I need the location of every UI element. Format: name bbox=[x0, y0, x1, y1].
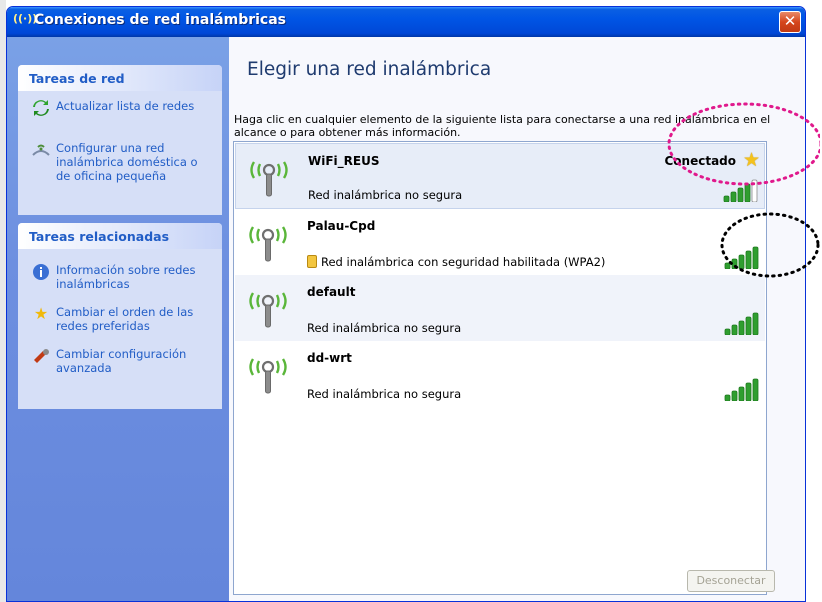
wireless-antenna-icon bbox=[249, 226, 287, 262]
network-security-status: Red inalámbrica con seguridad habilitada… bbox=[307, 255, 605, 269]
signal-strength-icon bbox=[723, 179, 758, 202]
task-change-order[interactable]: ★ Cambiar el orden de las redes preferid… bbox=[26, 304, 214, 334]
signal-bar bbox=[745, 382, 752, 401]
network-tasks-panel: Tareas de red Actualizar lista de redes … bbox=[18, 65, 222, 215]
signal-bar bbox=[731, 390, 738, 401]
signal-bar bbox=[731, 324, 738, 335]
instructions-text: Haga clic en cualquier elemento de la si… bbox=[234, 113, 771, 139]
advanced-settings-icon bbox=[31, 347, 51, 367]
network-security-status: Red inalámbrica no segura bbox=[307, 321, 462, 335]
disconnect-button[interactable]: Desconectar bbox=[687, 570, 775, 592]
signal-bar bbox=[738, 254, 745, 269]
wireless-antenna-icon: ((·)) bbox=[13, 12, 38, 25]
page-title: Elegir una red inalámbrica bbox=[247, 59, 492, 80]
preferred-star-icon: ★ bbox=[742, 149, 760, 171]
network-item-wifi-reus[interactable]: WiFi_REUS Conectado ★ Red inalámbrica no… bbox=[235, 143, 765, 209]
related-tasks-header[interactable]: Tareas relacionadas bbox=[18, 223, 222, 249]
network-security-status: Red inalámbrica no segura bbox=[307, 387, 462, 401]
main-content: Elegir una red inalámbrica Haga clic en … bbox=[229, 37, 805, 601]
wireless-antenna-icon bbox=[249, 292, 287, 328]
wireless-connections-window: ((·)) Conexiones de red inalámbricas ✕ T… bbox=[6, 6, 806, 602]
connected-label: Conectado bbox=[664, 154, 736, 168]
wireless-setup-icon bbox=[31, 141, 51, 161]
window-title: Conexiones de red inalámbricas bbox=[34, 12, 287, 28]
task-label: Actualizar lista de redes bbox=[56, 99, 195, 113]
network-security-text: Red inalámbrica con seguridad habilitada… bbox=[321, 255, 606, 269]
signal-bar bbox=[752, 246, 759, 269]
wireless-antenna-icon bbox=[249, 358, 287, 394]
network-item-default[interactable]: default Red inalámbrica no segura bbox=[235, 275, 765, 341]
network-security-status: Red inalámbrica no segura bbox=[308, 188, 463, 202]
network-tasks-header[interactable]: Tareas de red bbox=[18, 65, 222, 91]
signal-bar bbox=[724, 328, 731, 335]
task-label: Información sobre redes inalámbricas bbox=[56, 263, 196, 291]
signal-bar bbox=[752, 312, 759, 335]
wireless-antenna-icon bbox=[250, 161, 288, 197]
task-label: Cambiar configuración avanzada bbox=[56, 347, 187, 375]
task-setup-network[interactable]: Configurar una red inalámbrica doméstica… bbox=[26, 141, 214, 183]
task-sidebar: Tareas de red Actualizar lista de redes … bbox=[7, 37, 229, 601]
network-name: Palau-Cpd bbox=[307, 219, 376, 233]
network-item-palau-cpd[interactable]: Palau-Cpd Red inalámbrica con seguridad … bbox=[235, 209, 765, 275]
task-info-wireless[interactable]: Información sobre redes inalámbricas bbox=[26, 263, 214, 291]
task-label: Configurar una red inalámbrica doméstica… bbox=[56, 141, 198, 183]
network-name: default bbox=[307, 285, 356, 299]
star-icon: ★ bbox=[33, 304, 49, 323]
task-advanced-settings[interactable]: Cambiar configuración avanzada bbox=[26, 347, 214, 375]
info-icon bbox=[31, 263, 51, 283]
signal-strength-icon bbox=[724, 312, 759, 335]
signal-bar bbox=[745, 250, 752, 269]
signal-strength-icon bbox=[724, 378, 759, 401]
signal-bar bbox=[752, 378, 759, 401]
related-tasks-panel: Tareas relacionadas Información sobre re… bbox=[18, 223, 222, 409]
close-button[interactable]: ✕ bbox=[779, 11, 801, 33]
signal-bar bbox=[738, 386, 745, 401]
signal-bar bbox=[730, 191, 737, 202]
lock-icon bbox=[307, 255, 317, 268]
signal-bar bbox=[723, 195, 730, 202]
title-bar[interactable]: ((·)) Conexiones de red inalámbricas ✕ bbox=[7, 7, 805, 37]
signal-bar bbox=[731, 258, 738, 269]
signal-bar bbox=[724, 262, 731, 269]
task-refresh-list[interactable]: Actualizar lista de redes bbox=[26, 99, 214, 119]
signal-bar bbox=[724, 394, 731, 401]
signal-bar bbox=[745, 316, 752, 335]
network-item-dd-wrt[interactable]: dd-wrt Red inalámbrica no segura bbox=[235, 341, 765, 407]
network-name: dd-wrt bbox=[307, 351, 352, 365]
signal-bar bbox=[744, 183, 751, 202]
signal-bar bbox=[738, 320, 745, 335]
refresh-icon bbox=[31, 99, 51, 119]
signal-bar bbox=[751, 179, 758, 202]
signal-strength-icon bbox=[724, 246, 759, 269]
network-name: WiFi_REUS bbox=[308, 154, 380, 168]
signal-bar bbox=[737, 187, 744, 202]
task-label: Cambiar el orden de las redes preferidas bbox=[56, 305, 194, 333]
network-list: WiFi_REUS Conectado ★ Red inalámbrica no… bbox=[233, 141, 767, 595]
